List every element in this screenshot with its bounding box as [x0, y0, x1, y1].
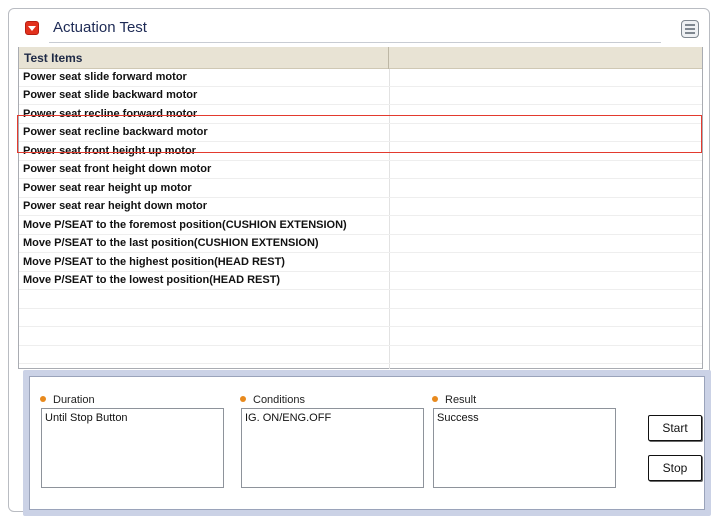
- table-row: [19, 328, 702, 346]
- title-bar: Actuation Test: [9, 9, 709, 47]
- row-label: Power seat slide forward motor: [23, 71, 187, 83]
- row-label: Power seat recline forward motor: [23, 108, 198, 120]
- table-row[interactable]: Move P/SEAT to the last position(CUSHION…: [19, 235, 702, 253]
- table-row[interactable]: Power seat recline forward motor: [19, 106, 702, 124]
- control-panel: Duration Until Stop Button Conditions IG…: [23, 370, 711, 516]
- table-row[interactable]: Power seat front height down motor: [19, 161, 702, 179]
- table-row[interactable]: Move P/SEAT to the foremost position(CUS…: [19, 217, 702, 235]
- bullet-icon: [432, 396, 438, 402]
- duration-label: Duration: [40, 394, 95, 406]
- window-title: Actuation Test: [53, 19, 147, 36]
- bullet-icon: [240, 396, 246, 402]
- title-divider: [49, 42, 661, 43]
- table-header: Test Items: [19, 47, 702, 69]
- row-label: Power seat slide backward motor: [23, 89, 198, 101]
- actuation-test-window: Actuation Test Test Items Power seat sli…: [8, 8, 711, 516]
- table-row[interactable]: Power seat slide forward motor: [19, 69, 702, 87]
- table-row: [19, 309, 702, 327]
- table-row[interactable]: Power seat rear height up motor: [19, 180, 702, 198]
- table-row[interactable]: Power seat rear height down motor: [19, 198, 702, 216]
- stop-button[interactable]: Stop: [648, 455, 702, 481]
- dropdown-arrow-icon[interactable]: [25, 21, 39, 35]
- conditions-label: Conditions: [240, 394, 305, 406]
- result-label: Result: [432, 394, 476, 406]
- column-header-test-items: Test Items: [24, 51, 83, 65]
- menu-icon[interactable]: [681, 20, 699, 38]
- table-row[interactable]: Move P/SEAT to the lowest position(HEAD …: [19, 272, 702, 290]
- conditions-field[interactable]: IG. ON/ENG.OFF: [241, 408, 424, 488]
- test-items-table: Test Items Power seat slide forward moto…: [18, 47, 703, 369]
- row-label: Move P/SEAT to the foremost position(CUS…: [23, 219, 347, 231]
- table-row[interactable]: Power seat recline backward motor: [19, 124, 702, 142]
- row-label: Power seat front height down motor: [23, 163, 212, 175]
- table-row[interactable]: Power seat slide backward motor: [19, 87, 702, 105]
- bullet-icon: [40, 396, 46, 402]
- row-label: Move P/SEAT to the last position(CUSHION…: [23, 237, 319, 249]
- row-label: Move P/SEAT to the lowest position(HEAD …: [23, 274, 281, 286]
- table-row[interactable]: Move P/SEAT to the highest position(HEAD…: [19, 254, 702, 272]
- table-row: [19, 291, 702, 309]
- row-label: Power seat rear height up motor: [23, 182, 192, 194]
- start-button[interactable]: Start: [648, 415, 702, 441]
- table-row: [19, 346, 702, 364]
- row-label: Power seat rear height down motor: [23, 200, 207, 212]
- row-label: Power seat front height up motor: [23, 145, 196, 157]
- duration-field[interactable]: Until Stop Button: [41, 408, 224, 488]
- control-panel-body: Duration Until Stop Button Conditions IG…: [29, 376, 705, 510]
- column-divider: [388, 47, 389, 69]
- row-label: Power seat recline backward motor: [23, 126, 208, 138]
- row-label: Move P/SEAT to the highest position(HEAD…: [23, 256, 285, 268]
- result-field[interactable]: Success: [433, 408, 616, 488]
- table-row[interactable]: Power seat front height up motor: [19, 143, 702, 161]
